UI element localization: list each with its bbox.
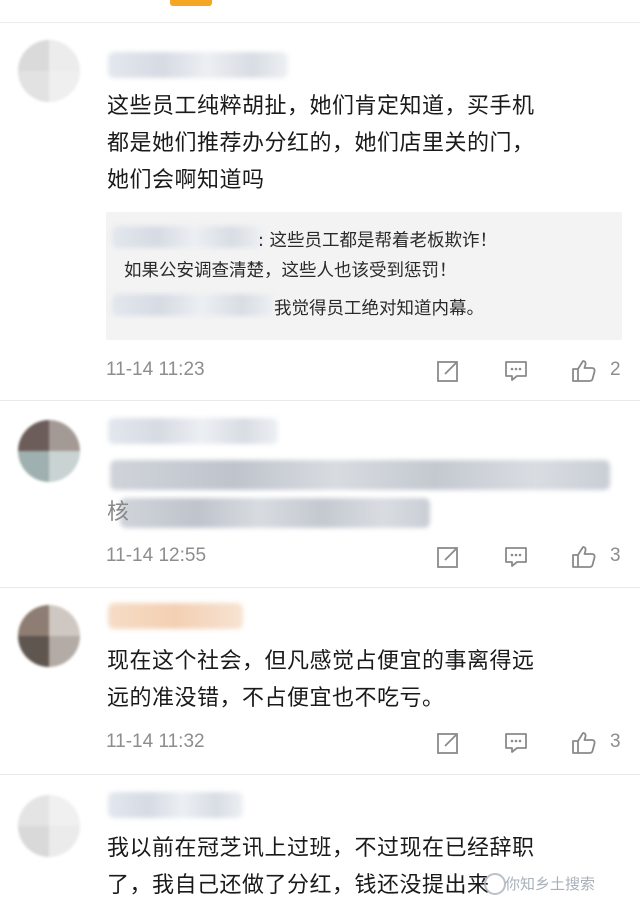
divider — [0, 400, 640, 401]
divider — [0, 587, 640, 588]
reply-line: : 这些员工都是帮着老板欺诈！ — [258, 231, 497, 251]
comment-icon[interactable] — [502, 543, 530, 571]
comment-meta: 11-14 11:32 3 — [106, 729, 621, 759]
comment-text: 这些员工纯粹胡扯，她们肯定知道，买手机 都是她们推荐办分红的，她们店里关的门， … — [107, 94, 535, 193]
reply-line: 如果公安调查清楚，这些人也该受到惩罚！ — [124, 261, 457, 281]
username-blurred[interactable] — [108, 418, 278, 444]
comment-meta: 11-14 11:23 2 — [106, 357, 621, 387]
avatar[interactable] — [18, 40, 80, 102]
watermark: 你知乡土搜索 — [505, 875, 596, 893]
comment-meta: 11-14 12:55 3 — [106, 543, 621, 573]
comment-icon[interactable] — [502, 357, 530, 385]
reply-box[interactable]: : 这些员工都是帮着老板欺诈！ 如果公安调查清楚，这些人也该受到惩罚！ 我觉得员… — [106, 212, 622, 340]
avatar[interactable] — [18, 420, 80, 482]
avatar[interactable] — [18, 605, 80, 667]
comment-text: 核 — [107, 500, 130, 525]
thumbs-up-icon[interactable] — [570, 543, 598, 571]
comment-icon[interactable] — [502, 729, 530, 757]
reply-username-blurred — [112, 226, 262, 248]
thumbs-up-icon[interactable] — [570, 357, 598, 385]
timestamp: 11-14 11:32 — [106, 731, 205, 752]
comment-text: 现在这个社会，但凡感觉占便宜的事离得远 远的准没错，不占便宜也不吃亏。 — [107, 649, 535, 711]
like-count: 3 — [610, 545, 621, 566]
comment-text-blurred — [110, 460, 610, 490]
watermark-logo-icon — [484, 873, 506, 895]
reply-username-blurred — [112, 294, 274, 316]
edit-icon[interactable] — [434, 357, 462, 385]
like-count: 3 — [610, 731, 621, 752]
username-blurred[interactable] — [108, 603, 243, 629]
like-count: 2 — [610, 359, 621, 380]
divider — [0, 774, 640, 775]
username-blurred[interactable] — [108, 792, 243, 818]
timestamp: 11-14 12:55 — [106, 545, 207, 566]
reply-line: 我觉得员工绝对知道内幕。 — [274, 299, 484, 319]
tab-indicator — [170, 0, 212, 6]
timestamp: 11-14 11:23 — [106, 359, 205, 380]
username-blurred[interactable] — [108, 52, 288, 78]
edit-icon[interactable] — [434, 543, 462, 571]
thumbs-up-icon[interactable] — [570, 729, 598, 757]
divider — [0, 22, 640, 23]
edit-icon[interactable] — [434, 729, 462, 757]
avatar[interactable] — [18, 795, 80, 857]
